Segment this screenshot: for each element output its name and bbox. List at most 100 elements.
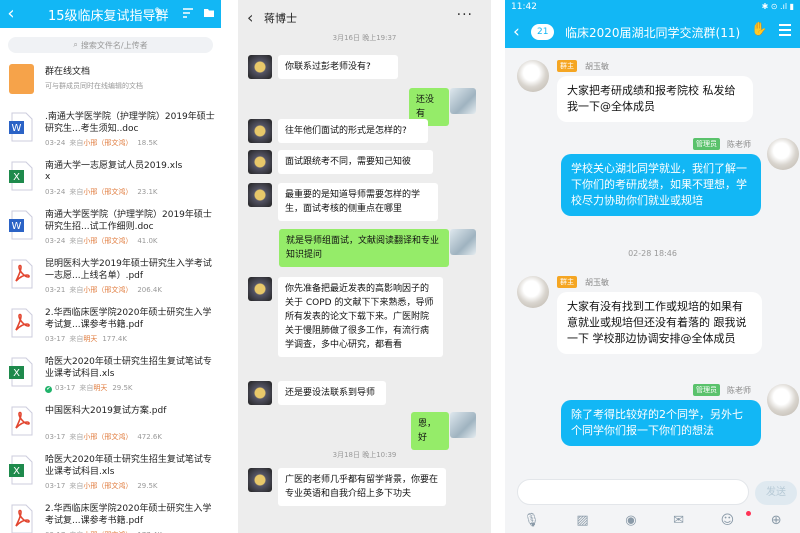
message-bubble[interactable]: 你联系过彭老师没有? xyxy=(278,55,398,79)
hand-icon[interactable]: ✋ xyxy=(751,22,767,37)
file-date: 03-17 xyxy=(45,482,66,490)
message-bubble[interactable]: 你先准备把最近发表的高影响因子的关于 COPD 的文献下下来熟悉，导师所有发表的… xyxy=(278,277,443,357)
file-date: 03-24 xyxy=(45,237,66,245)
role-badge: 管理员 xyxy=(693,138,720,150)
svg-text:X: X xyxy=(13,466,20,477)
image-icon[interactable]: ▨ xyxy=(576,513,588,528)
file-uploader: 小邢（邢文鸿） xyxy=(83,433,133,441)
emoji-icon[interactable]: ☺ xyxy=(721,513,735,528)
doc-file-icon: W xyxy=(9,112,34,142)
file-row[interactable]: 昆明医科大学2019年硕士研究生入学考试一志愿...上线名单）.pdf 03-21… xyxy=(0,252,221,301)
message-bubble[interactable]: 广医的老师几乎都有留学背景，你要在专业英语和自我介绍上多下功夫 xyxy=(278,468,446,506)
camera-icon[interactable]: ◉ xyxy=(625,513,636,528)
xls-file-icon: X xyxy=(9,455,34,485)
member-avatar[interactable] xyxy=(517,276,549,308)
file-uploader: 小邢（邢文鸿） xyxy=(83,237,133,245)
svg-text:X: X xyxy=(13,368,20,379)
message-bubble[interactable]: 还是要设法联系到导师 xyxy=(278,381,386,405)
message-bubble[interactable]: 最重要的是知道导师需要怎样的学生，面试考核的侧重点在哪里 xyxy=(278,183,438,221)
sort-icon[interactable] xyxy=(182,7,194,19)
file-meta: 03-21 来自小邢（邢文鸿） 206.4K xyxy=(45,285,162,295)
file-uploader: 小邢（邢文鸿） xyxy=(83,286,133,294)
online-doc-entry[interactable]: 群在线文档 可与群成员同时在线编辑的文档 xyxy=(0,59,221,105)
back-icon[interactable]: ‹ xyxy=(247,8,253,27)
file-name: 哈医大2020年硕士研究生招生复试笔试专业课考试科目.xls xyxy=(45,455,212,477)
member-avatar[interactable] xyxy=(767,138,799,170)
svg-text:W: W xyxy=(12,123,22,134)
file-from: 来自 xyxy=(69,139,84,147)
file-search-input[interactable]: ⌕ 搜索文件名/上传者 xyxy=(8,37,213,53)
back-icon[interactable]: ‹ xyxy=(513,22,520,42)
message-bubble[interactable]: 恩，好 xyxy=(411,412,449,450)
my-avatar[interactable] xyxy=(450,229,476,255)
plus-icon[interactable]: ⊕ xyxy=(771,513,782,528)
voice-icon[interactable]: 🎙 xyxy=(523,513,540,528)
edit-icon[interactable]: ✎ xyxy=(154,5,164,19)
file-row[interactable]: 中国医科大2019复试方案.pdf 03-17 来自小邢（邢文鸿） 472.6K xyxy=(0,399,221,448)
role-badge: 群主 xyxy=(557,60,577,72)
online-doc-icon xyxy=(9,64,34,94)
message-bubble[interactable]: 大家把考研成绩和报考院校 私发给我一下@全体成员 xyxy=(557,76,753,122)
file-meta: 03-17 来自小邢（邢文鸿） 29.5K xyxy=(45,481,158,491)
file-row[interactable]: 2.华西临床医学院2020年硕士研究生入学考试复...课参考书籍.pdf03-1… xyxy=(0,301,221,350)
contact-avatar[interactable] xyxy=(248,468,272,492)
my-avatar[interactable] xyxy=(450,412,476,438)
more-icon[interactable]: ··· xyxy=(457,7,473,23)
red-packet-icon[interactable]: ✉ xyxy=(673,513,684,528)
file-row[interactable]: X 哈医大2020年硕士研究生招生复试笔试专业课考试科目.xls 03-17 来自小邢… xyxy=(0,448,221,497)
message-bubble[interactable]: 除了考得比较好的2个同学，另外七个同学你们报一下你们的想法 xyxy=(561,400,761,446)
file-meta: 03-24 来自小邢（邢文鸿） 18.5K xyxy=(45,138,158,148)
message-bubble[interactable]: 就是导师组面试，文献阅读翻译和专业知识提问 xyxy=(279,229,449,267)
my-avatar[interactable] xyxy=(450,88,476,114)
file-date: 03-17 xyxy=(45,335,66,343)
message-bubble[interactable]: 学校关心湖北同学就业，我们了解一下你们的考研成绩，如果不理想，学校尽力协助你们就… xyxy=(561,154,761,216)
file-row[interactable]: X 南通大学一志愿复试人员2019.xls x 03-24 来自小邢（邢文鸿） 23.1K xyxy=(0,154,221,203)
contact-avatar[interactable] xyxy=(248,183,272,207)
file-row[interactable]: X 哈医大2020年硕士研究生招生复试笔试专业课考试科目.xls ✔ 03-17 来自明… xyxy=(0,350,221,399)
contact-avatar[interactable] xyxy=(248,381,272,405)
file-size: 18.5K xyxy=(137,139,158,147)
check-icon: ✔ xyxy=(45,386,52,393)
file-uploader: 小邢（邢文鸿） xyxy=(83,482,133,490)
file-from: 来自 xyxy=(69,188,84,196)
contact-avatar[interactable] xyxy=(248,119,272,143)
message-bubble[interactable]: 往年他们面试的形式是怎样的? xyxy=(278,119,428,143)
file-row[interactable]: 2.华西临床医学院2020年硕士研究生入学考试复...课参考书籍.pdf03-1… xyxy=(0,497,221,533)
file-uploader: 小邢（邢文鸿） xyxy=(83,139,133,147)
member-avatar[interactable] xyxy=(767,384,799,416)
doc-file-icon: W xyxy=(9,210,34,240)
file-date: 03-17 xyxy=(55,384,76,392)
contact-avatar[interactable] xyxy=(248,277,272,301)
file-from: 来自 xyxy=(79,384,94,392)
file-name: .南通大学医学院（护理学院）2019年硕士研究生...考生须知..doc xyxy=(45,112,215,134)
notification-dot xyxy=(746,511,751,516)
folder-icon[interactable] xyxy=(203,7,215,19)
back-icon[interactable]: ‹ xyxy=(0,0,22,28)
files-header: ‹ 15级临床复试指导群 ✎ xyxy=(0,0,221,28)
message-input[interactable] xyxy=(517,479,749,505)
message-bubble[interactable]: 面试跟统考不同，需要知己知彼 xyxy=(278,150,433,174)
file-size: 177.4K xyxy=(102,335,127,343)
send-button[interactable]: 发送 xyxy=(755,481,797,505)
contact-avatar[interactable] xyxy=(248,150,272,174)
file-from: 来自 xyxy=(69,433,84,441)
unread-badge[interactable]: 21 xyxy=(531,24,555,40)
file-meta: 03-17 来自明天 177.4K xyxy=(45,334,127,344)
timestamp: 3月16日 晚上19:37 xyxy=(332,34,397,42)
member-avatar[interactable] xyxy=(517,60,549,92)
menu-icon[interactable] xyxy=(779,24,791,39)
file-from: 来自 xyxy=(69,286,84,294)
message-bubble[interactable]: 大家有没有找到工作或规培的如果有意就业或规培但还没有着落的 跟我说一下 学校那边… xyxy=(557,292,762,354)
member-name: 胡玉敏 xyxy=(585,62,609,71)
file-date: 03-21 xyxy=(45,286,66,294)
file-uploader: 明天 xyxy=(83,335,98,343)
contact-avatar[interactable] xyxy=(248,55,272,79)
file-size: 41.0K xyxy=(137,237,158,245)
wechat-chat-panel: ‹ 蒋博士 ··· 3月16日 晚上19:37 你联系过彭老师没有? 还没有 往年他们… xyxy=(238,0,491,533)
file-size: 23.1K xyxy=(137,188,158,196)
pdf-file-icon xyxy=(9,504,34,533)
file-row[interactable]: W 南通大学医学院（护理学院）2019年硕士研究生招...试工作细则.doc 03-… xyxy=(0,203,221,252)
search-icon: ⌕ xyxy=(73,40,78,49)
xls-file-icon: X xyxy=(9,161,34,191)
file-row[interactable]: W .南通大学医学院（护理学院）2019年硕士研究生...考生须知..doc 03-… xyxy=(0,105,221,154)
